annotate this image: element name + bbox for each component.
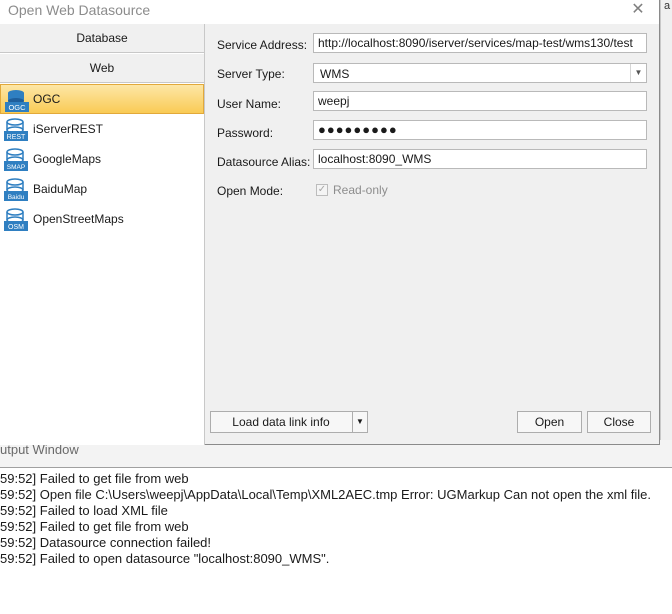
svg-text:OSM: OSM [8, 224, 24, 231]
source-item-ogc[interactable]: OGC OGC [0, 84, 204, 114]
server-type-select[interactable]: WMS ▼ [313, 63, 647, 83]
source-label: GoogleMaps [33, 152, 102, 166]
source-item-baidumap[interactable]: Baidu BaiduMap [0, 174, 204, 204]
background-window-edge [660, 0, 672, 440]
open-mode-label: Open Mode: [217, 184, 284, 198]
log-line: 59:52] Failed to get file from web [0, 471, 189, 486]
category-database[interactable]: Database [0, 24, 204, 53]
password-input[interactable]: ●●●●●●●●● [313, 120, 647, 140]
dialog-title: Open Web Datasource [8, 2, 151, 18]
ogc-icon: OGC [5, 90, 29, 112]
source-label: BaiduMap [33, 182, 88, 196]
smap-icon: SMAP [4, 148, 28, 171]
log-line: 59:52] Open file C:\Users\weepj\AppData\… [0, 487, 652, 502]
log-line: 59:52] Failed to get file from web [0, 519, 189, 534]
password-label: Password: [217, 126, 274, 140]
open-button[interactable]: Open [517, 411, 582, 433]
user-name-input[interactable]: weepj [313, 91, 647, 111]
dialog-title-bar: Open Web Datasource ✕ [0, 0, 659, 24]
user-name-label: User Name: [217, 97, 282, 111]
source-label: iServerREST [33, 122, 104, 136]
background-window-text: a [664, 0, 671, 12]
category-web[interactable]: Web [0, 54, 204, 83]
baidu-icon: Baidu [4, 178, 28, 201]
log-line: 59:52] Failed to load XML file [0, 503, 168, 518]
log-line: 59:52] Datasource connection failed! [0, 535, 212, 550]
osm-icon: OSM [4, 208, 28, 231]
chevron-down-icon[interactable]: ▼ [630, 64, 646, 82]
source-label: OGC [33, 92, 61, 106]
service-address-label: Service Address: [217, 38, 308, 52]
load-data-link-info-button[interactable]: Load data link info ▼ [210, 411, 368, 433]
close-button[interactable]: Close [587, 411, 651, 433]
close-icon[interactable]: ✕ [628, 1, 648, 21]
server-type-value: WMS [320, 67, 350, 81]
open-web-datasource-dialog: Open Web Datasource ✕ Database Web OGC O… [0, 0, 660, 445]
output-log: 59:52] Failed to get file from web 59:52… [0, 470, 672, 614]
datasource-type-panel: Database Web OGC OGC REST iServerREST SM… [0, 24, 205, 445]
datasource-alias-label: Datasource Alias: [217, 155, 311, 169]
service-address-input[interactable]: http://localhost:8090/iserver/services/m… [313, 33, 647, 53]
readonly-checkbox[interactable]: ✓ [316, 184, 328, 196]
readonly-label: Read-only [333, 183, 388, 197]
source-label: OpenStreetMaps [33, 212, 124, 226]
rest-icon: REST [4, 118, 28, 141]
source-item-googlemaps[interactable]: SMAP GoogleMaps [0, 144, 204, 174]
svg-text:Baidu: Baidu [8, 194, 25, 201]
source-item-openstreetmaps[interactable]: OSM OpenStreetMaps [0, 204, 204, 234]
svg-text:SMAP: SMAP [7, 164, 25, 171]
svg-text:REST: REST [7, 134, 26, 141]
datasource-alias-input[interactable]: localhost:8090_WMS [313, 149, 647, 169]
dropdown-arrow-icon[interactable]: ▼ [352, 412, 367, 432]
source-item-iserverrest[interactable]: REST iServerREST [0, 114, 204, 144]
load-data-link-info-label: Load data link info [232, 415, 330, 429]
svg-text:OGC: OGC [8, 103, 26, 112]
server-type-label: Server Type: [217, 67, 285, 81]
log-line: 59:52] Failed to open datasource "localh… [0, 551, 330, 566]
